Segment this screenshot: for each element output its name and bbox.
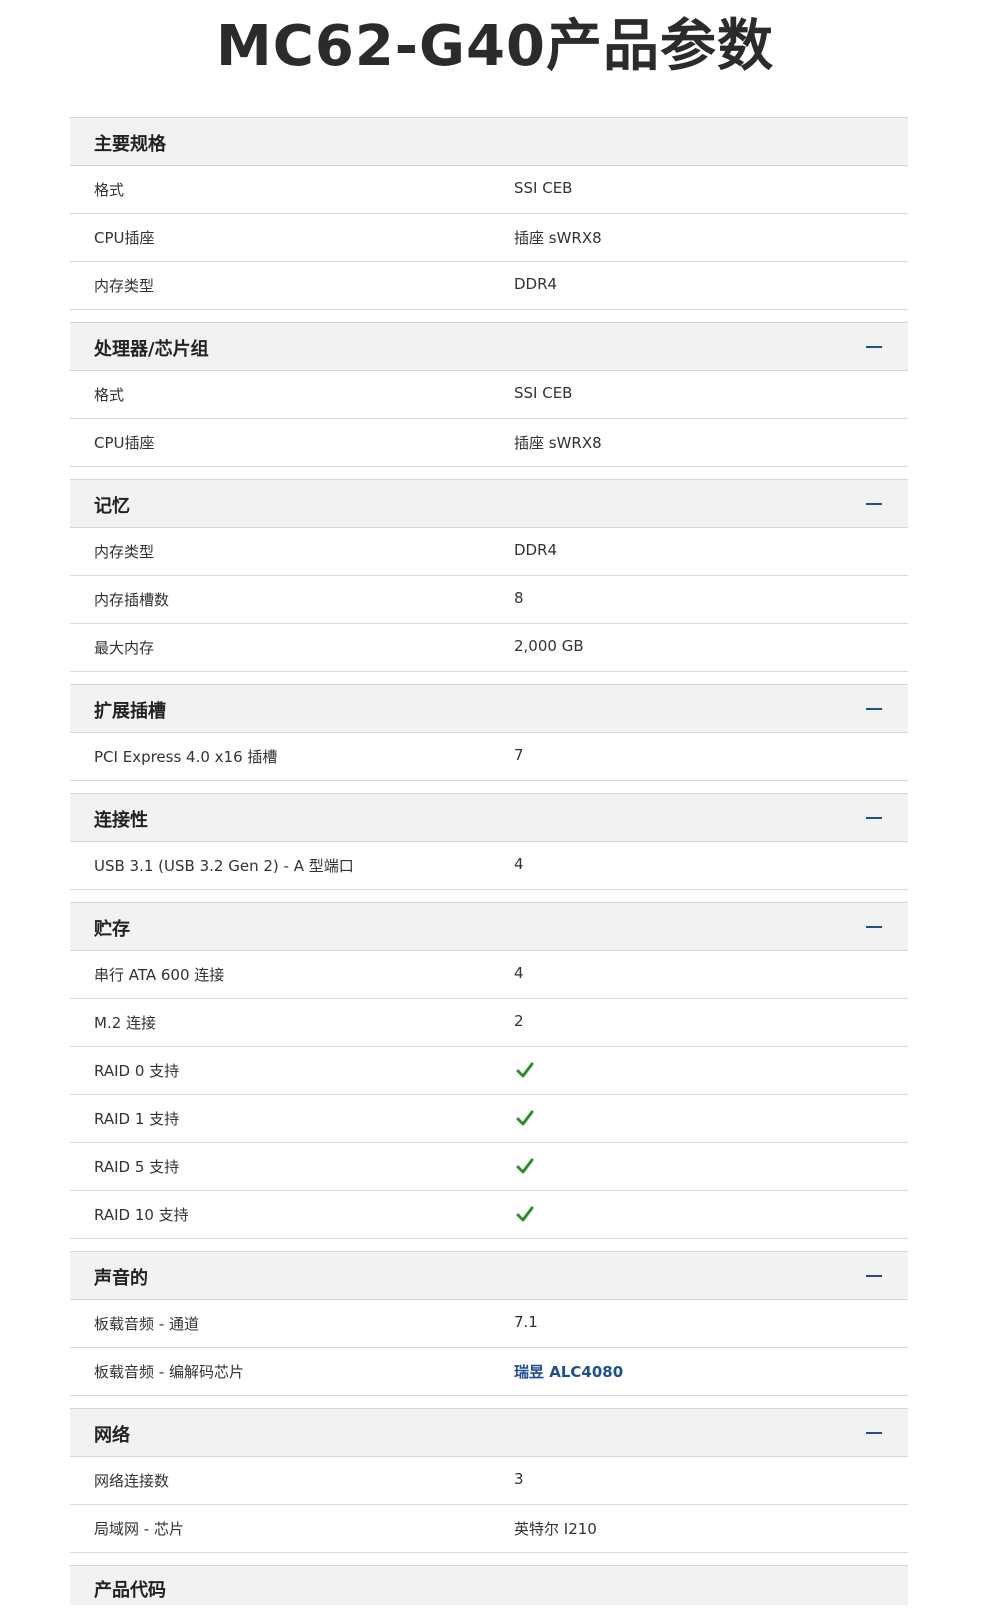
section-title: 处理器/芯片组 — [94, 339, 209, 360]
section-title: 网络 — [94, 1425, 130, 1446]
spec-label: 局域网 - 芯片 — [94, 1520, 184, 1538]
spec-value: 英特尔 I210 — [514, 1520, 597, 1538]
spec-value: SSI CEB — [514, 179, 573, 197]
spec-value: 8 — [514, 589, 524, 607]
spec-label: 格式 — [94, 386, 125, 404]
spec-row: 板载音频 - 编解码芯片 瑞昱 ALC4080 — [70, 1348, 908, 1396]
section-title: 声音的 — [94, 1268, 148, 1289]
check-icon — [516, 1206, 534, 1222]
page-title: MC62-G40产品参数 — [216, 14, 774, 79]
spec-label: 板载音频 - 编解码芯片 — [94, 1363, 244, 1381]
spec-row: 串行 ATA 600 连接 4 — [70, 951, 908, 999]
spec-row: 最大内存 2,000 GB — [70, 624, 908, 672]
spec-table: 主要规格 格式 SSI CEB CPU插座 插座 sWRX8 内存类型 DDR4 处理器/芯片… — [70, 117, 908, 1605]
spec-value: SSI CEB — [514, 384, 573, 402]
spec-label: 最大内存 — [94, 639, 155, 657]
spec-section: 声音的板载音频 - 通道 7.1 板载音频 - 编解码芯片 瑞昱 ALC4080 — [70, 1251, 908, 1396]
spec-row: RAID 5 支持 — [70, 1143, 908, 1191]
spec-row: RAID 10 支持 — [70, 1191, 908, 1239]
spec-label: 内存类型 — [94, 543, 155, 561]
spec-row: PCI Express 4.0 x16 插槽 7 — [70, 733, 908, 781]
spec-value: DDR4 — [514, 275, 558, 293]
section-header: 主要规格 — [70, 117, 908, 166]
check-icon — [516, 1158, 534, 1174]
section-header[interactable]: 网络 — [70, 1408, 908, 1457]
spec-value: 2 — [514, 1012, 524, 1030]
section-header[interactable]: 贮存 — [70, 902, 908, 951]
collapse-minus-icon[interactable] — [866, 503, 882, 505]
spec-row: RAID 0 支持 — [70, 1047, 908, 1095]
spec-label: 板载音频 - 通道 — [94, 1315, 199, 1333]
spec-row: 网络连接数 3 — [70, 1457, 908, 1505]
collapse-minus-icon[interactable] — [866, 708, 882, 710]
spec-row: 内存类型 DDR4 — [70, 262, 908, 310]
section-header-partial[interactable]: 产品代码 — [70, 1565, 908, 1605]
spec-value-link[interactable]: 瑞昱 ALC4080 — [514, 1361, 623, 1382]
spec-row: 板载音频 - 通道 7.1 — [70, 1300, 908, 1348]
spec-label: M.2 连接 — [94, 1014, 157, 1032]
spec-row: 局域网 - 芯片 英特尔 I210 — [70, 1505, 908, 1553]
spec-label: RAID 10 支持 — [94, 1206, 189, 1224]
section-header[interactable]: 记忆 — [70, 479, 908, 528]
spec-label: 格式 — [94, 181, 125, 199]
collapse-minus-icon[interactable] — [866, 346, 882, 348]
spec-label: 串行 ATA 600 连接 — [94, 966, 225, 984]
spec-section: 网络网络连接数 3 局域网 - 芯片 英特尔 I210 — [70, 1408, 908, 1553]
spec-row: 格式 SSI CEB — [70, 166, 908, 214]
spec-section: 连接性 USB 3.1 (USB 3.2 Gen 2) - A 型端口 4 — [70, 793, 908, 890]
section-title: 主要规格 — [94, 134, 166, 155]
spec-row: M.2 连接 2 — [70, 999, 908, 1047]
collapse-minus-icon[interactable] — [866, 926, 882, 928]
check-icon — [516, 1062, 534, 1078]
spec-row: 格式 SSI CEB — [70, 371, 908, 419]
spec-value: 4 — [514, 964, 524, 982]
spec-label: CPU插座 — [94, 434, 155, 452]
spec-section: 主要规格格式 SSI CEB CPU插座 插座 sWRX8 内存类型 DDR4 — [70, 117, 908, 310]
spec-label: USB 3.1 (USB 3.2 Gen 2) - A 型端口 — [94, 857, 354, 875]
spec-value: 插座 sWRX8 — [514, 434, 602, 452]
spec-section: 贮存串行 ATA 600 连接 4 M.2 连接 2 RAID 0 支持 RAID 1 支… — [70, 902, 908, 1239]
section-title: 连接性 — [94, 810, 148, 831]
spec-label: RAID 1 支持 — [94, 1110, 180, 1128]
spec-label: 网络连接数 — [94, 1472, 170, 1490]
spec-value: DDR4 — [514, 541, 558, 559]
spec-value: 2,000 GB — [514, 637, 584, 655]
section-title: 贮存 — [94, 919, 130, 940]
spec-row: 内存类型 DDR4 — [70, 528, 908, 576]
spec-section: 记忆内存类型 DDR4 内存插槽数 8 最大内存 2,000 GB — [70, 479, 908, 672]
spec-section: 扩展插槽 PCI Express 4.0 x16 插槽 7 — [70, 684, 908, 781]
spec-value: 3 — [514, 1470, 524, 1488]
section-header[interactable]: 连接性 — [70, 793, 908, 842]
spec-label: 内存类型 — [94, 277, 155, 295]
section-header[interactable]: 扩展插槽 — [70, 684, 908, 733]
spec-label: RAID 5 支持 — [94, 1158, 180, 1176]
spec-row: RAID 1 支持 — [70, 1095, 908, 1143]
spec-label: RAID 0 支持 — [94, 1062, 180, 1080]
collapse-minus-icon[interactable] — [866, 817, 882, 819]
spec-row: CPU插座 插座 sWRX8 — [70, 214, 908, 262]
spec-value: 插座 sWRX8 — [514, 229, 602, 247]
section-title: 记忆 — [94, 496, 130, 517]
spec-label: PCI Express 4.0 x16 插槽 — [94, 748, 278, 766]
collapse-minus-icon[interactable] — [866, 1432, 882, 1434]
spec-value: 4 — [514, 855, 524, 873]
spec-row: USB 3.1 (USB 3.2 Gen 2) - A 型端口 4 — [70, 842, 908, 890]
section-header[interactable]: 处理器/芯片组 — [70, 322, 908, 371]
spec-section: 处理器/芯片组 格式 SSI CEB CPU插座 插座 sWRX8 — [70, 322, 908, 467]
collapse-minus-icon[interactable] — [866, 1275, 882, 1277]
section-title: 扩展插槽 — [94, 701, 166, 722]
spec-value: 7.1 — [514, 1313, 538, 1331]
spec-label: CPU插座 — [94, 229, 155, 247]
check-icon — [516, 1110, 534, 1126]
spec-row: CPU插座 插座 sWRX8 — [70, 419, 908, 467]
section-title: 产品代码 — [94, 1580, 166, 1601]
section-header[interactable]: 声音的 — [70, 1251, 908, 1300]
spec-label: 内存插槽数 — [94, 591, 170, 609]
spec-row: 内存插槽数 8 — [70, 576, 908, 624]
spec-value: 7 — [514, 746, 524, 764]
